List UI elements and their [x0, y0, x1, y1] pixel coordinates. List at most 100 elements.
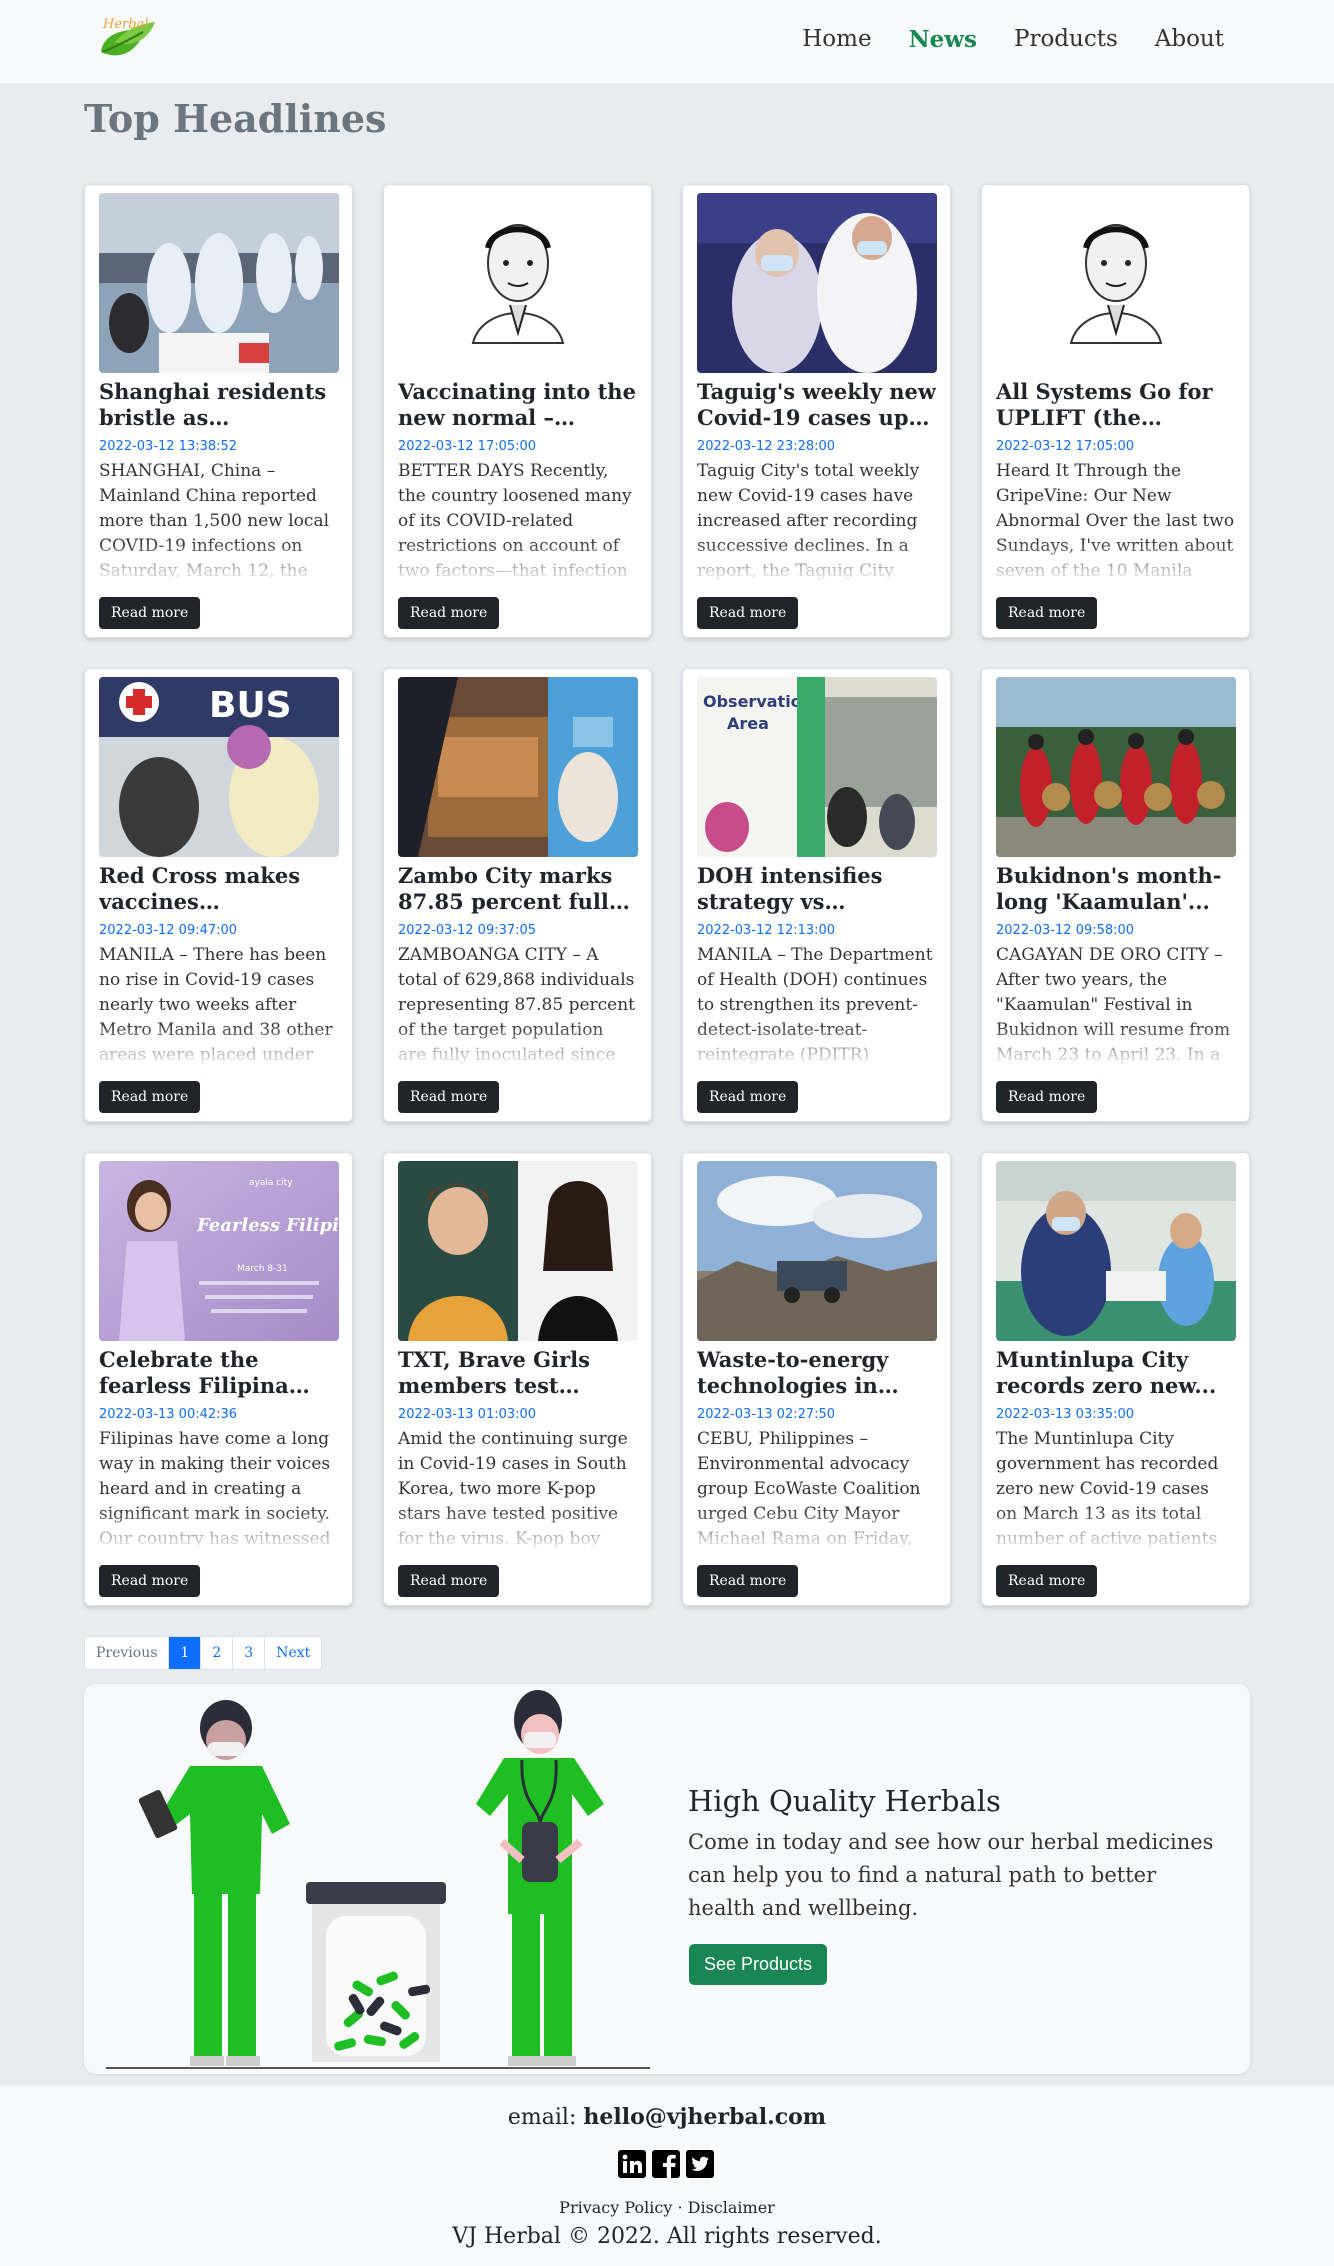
read-more-button[interactable]: Read more — [99, 1081, 201, 1113]
news-title[interactable]: Shanghai residents bristle as authoritie… — [99, 379, 338, 431]
news-excerpt: CEBU, Philippines – Environmental advoca… — [697, 1429, 921, 1549]
read-more-button[interactable]: Read more — [996, 597, 1098, 629]
news-card: ayala city Fearless Filipina March 8-31 Ce… — [84, 1152, 353, 1606]
news-thumbnail[interactable] — [996, 677, 1236, 857]
nav-home[interactable]: Home — [802, 26, 871, 53]
news-thumbnail[interactable] — [398, 1161, 638, 1341]
news-excerpt: ZAMBOANGA CITY – A total of 629,868 indi… — [398, 945, 635, 1065]
news-date: 2022-03-12 09:37:05 — [398, 923, 537, 938]
read-more-button[interactable]: Read more — [99, 1565, 201, 1597]
svg-text:Observation: Observation — [703, 692, 813, 711]
see-products-button[interactable]: See Products — [689, 1944, 828, 1985]
news-card: Vaccinating into the new normal – Manila… — [383, 184, 652, 638]
news-date: 2022-03-13 03:35:00 — [996, 1407, 1135, 1422]
news-thumbnail[interactable] — [996, 1161, 1236, 1341]
news-title[interactable]: Waste-to-energy technologies in PH?... — [697, 1347, 936, 1399]
news-excerpt: Heard It Through the GripeVine: Our New … — [996, 461, 1235, 581]
van-interior-photo — [398, 677, 638, 857]
news-thumbnail[interactable] — [398, 193, 638, 373]
twitter-icon[interactable] — [685, 2149, 715, 2179]
news-title[interactable]: All Systems Go for UPLIFT (the UPLIFT... — [996, 379, 1235, 431]
news-title[interactable]: Celebrate the fearless Filipina this Wom… — [99, 1347, 338, 1399]
footer-links: Privacy Policy · Disclaimer — [0, 2198, 1334, 2217]
landfill-photo — [697, 1161, 937, 1341]
news-card: Zambo City marks 87.85 percent full vax.… — [383, 668, 652, 1122]
news-thumbnail[interactable] — [697, 1161, 937, 1341]
poster-dates-text: March 8-31 — [237, 1264, 288, 1274]
news-date: 2022-03-12 09:58:00 — [996, 923, 1135, 938]
pagination-page-1[interactable]: 1 — [169, 1637, 202, 1669]
nav-about[interactable]: About — [1155, 26, 1224, 53]
nav-news[interactable]: News — [909, 26, 977, 53]
read-more-button[interactable]: Read more — [996, 1081, 1098, 1113]
footer-email-link[interactable]: hello@vjherbal.com — [583, 2104, 826, 2130]
news-title[interactable]: Red Cross makes vaccines accessible... — [99, 863, 338, 915]
news-thumbnail[interactable] — [398, 677, 638, 857]
news-excerpt: Amid the continuing surge in Covid-19 ca… — [398, 1429, 628, 1549]
linkedin-icon[interactable] — [617, 2149, 647, 2179]
read-more-button[interactable]: Read more — [398, 1081, 500, 1113]
footer-separator: · — [677, 2198, 683, 2217]
news-title[interactable]: TXT, Brave Girls members test positiv... — [398, 1347, 637, 1399]
news-date: 2022-03-13 02:27:50 — [697, 1407, 836, 1422]
pagination-next[interactable]: Next — [265, 1637, 321, 1669]
read-more-button[interactable]: Read more — [996, 1565, 1098, 1597]
social-links — [617, 2149, 715, 2179]
news-title[interactable]: Taguig's weekly new Covid-19 cases up by… — [697, 379, 936, 431]
read-more-button[interactable]: Read more — [697, 1081, 799, 1113]
news-excerpt: BETTER DAYS Recently, the country loosen… — [398, 461, 632, 581]
news-card: Taguig's weekly new Covid-19 cases up by… — [682, 184, 951, 638]
news-date: 2022-03-13 01:03:00 — [398, 1407, 537, 1422]
read-more-button[interactable]: Read more — [398, 1565, 500, 1597]
pagination: Previous 1 2 3 Next — [84, 1636, 323, 1670]
news-date: 2022-03-13 00:42:36 — [99, 1407, 238, 1422]
read-more-button[interactable]: Read more — [697, 1565, 799, 1597]
news-title[interactable]: Vaccinating into the new normal – Manila… — [398, 379, 637, 431]
news-date: 2022-03-12 09:47:00 — [99, 923, 238, 938]
pagination-page-3[interactable]: 3 — [233, 1637, 266, 1669]
read-more-button[interactable]: Read more — [99, 597, 201, 629]
news-thumbnail[interactable]: BUS — [99, 677, 339, 857]
news-title[interactable]: Bukidnon's month-long 'Kaamulan'... — [996, 863, 1235, 915]
news-card: Bukidnon's month-long 'Kaamulan'... 2022… — [981, 668, 1250, 1122]
hero-banner: High Quality Herbals Come in today and s… — [84, 1684, 1250, 2074]
news-card: Muntinlupa City records zero new... 2022… — [981, 1152, 1250, 1606]
facebook-icon[interactable] — [651, 2149, 681, 2179]
news-title[interactable]: Muntinlupa City records zero new... — [996, 1347, 1235, 1399]
read-more-button[interactable]: Read more — [697, 597, 799, 629]
nav-products[interactable]: Products — [1014, 26, 1118, 53]
news-title[interactable]: Zambo City marks 87.85 percent full vax.… — [398, 863, 637, 915]
brand-logo[interactable]: Herbal — [93, 12, 159, 70]
poster-headline-text: Fearless Filipina — [196, 1215, 339, 1236]
read-more-button[interactable]: Read more — [398, 597, 500, 629]
news-card: Observation Area DOH intensifies strategy… — [682, 668, 951, 1122]
news-thumbnail[interactable] — [996, 193, 1236, 373]
news-excerpt: CAGAYAN DE ORO CITY – After two years, t… — [996, 945, 1231, 1065]
news-thumbnail[interactable]: ayala city Fearless Filipina March 8-31 — [99, 1161, 339, 1341]
copyright: VJ Herbal © 2022. All rights reserved. — [452, 2224, 882, 2249]
news-thumbnail[interactable]: Observation Area — [697, 677, 937, 857]
pagination-page-2[interactable]: 2 — [201, 1637, 234, 1669]
nav-links: Home News Products About — [802, 26, 1224, 53]
observation-area-photo: Observation Area — [697, 677, 937, 857]
svg-text:Area: Area — [727, 714, 769, 733]
news-thumbnail[interactable] — [697, 193, 937, 373]
news-card: Waste-to-energy technologies in PH?... 2… — [682, 1152, 951, 1606]
footer: email: hello@vjherbal.com Privacy Policy… — [0, 2086, 1334, 2266]
news-thumbnail[interactable] — [99, 193, 339, 373]
news-date: 2022-03-12 12:13:00 — [697, 923, 836, 938]
child-vaccination-photo — [996, 1161, 1236, 1341]
poster-brand-text: ayala city — [249, 1178, 293, 1188]
news-excerpt: Taguig City's total weekly new Covid-19 … — [697, 461, 920, 581]
news-title[interactable]: DOH intensifies strategy vs Deltacron... — [697, 863, 936, 915]
news-date: 2022-03-12 17:05:00 — [996, 439, 1135, 454]
festival-dancers-photo — [996, 677, 1236, 857]
news-card: TXT, Brave Girls members test positiv...… — [383, 1152, 652, 1606]
news-card: Shanghai residents bristle as authoritie… — [84, 184, 353, 638]
vaccination-photo — [697, 193, 937, 373]
pagination-previous[interactable]: Previous — [85, 1637, 170, 1669]
privacy-policy-link[interactable]: Privacy Policy — [559, 2198, 672, 2217]
disclaimer-link[interactable]: Disclaimer — [688, 2198, 775, 2217]
columnist-sketch-photo — [398, 193, 638, 373]
news-excerpt: MANILA – There has been no rise in Covid… — [99, 945, 333, 1065]
